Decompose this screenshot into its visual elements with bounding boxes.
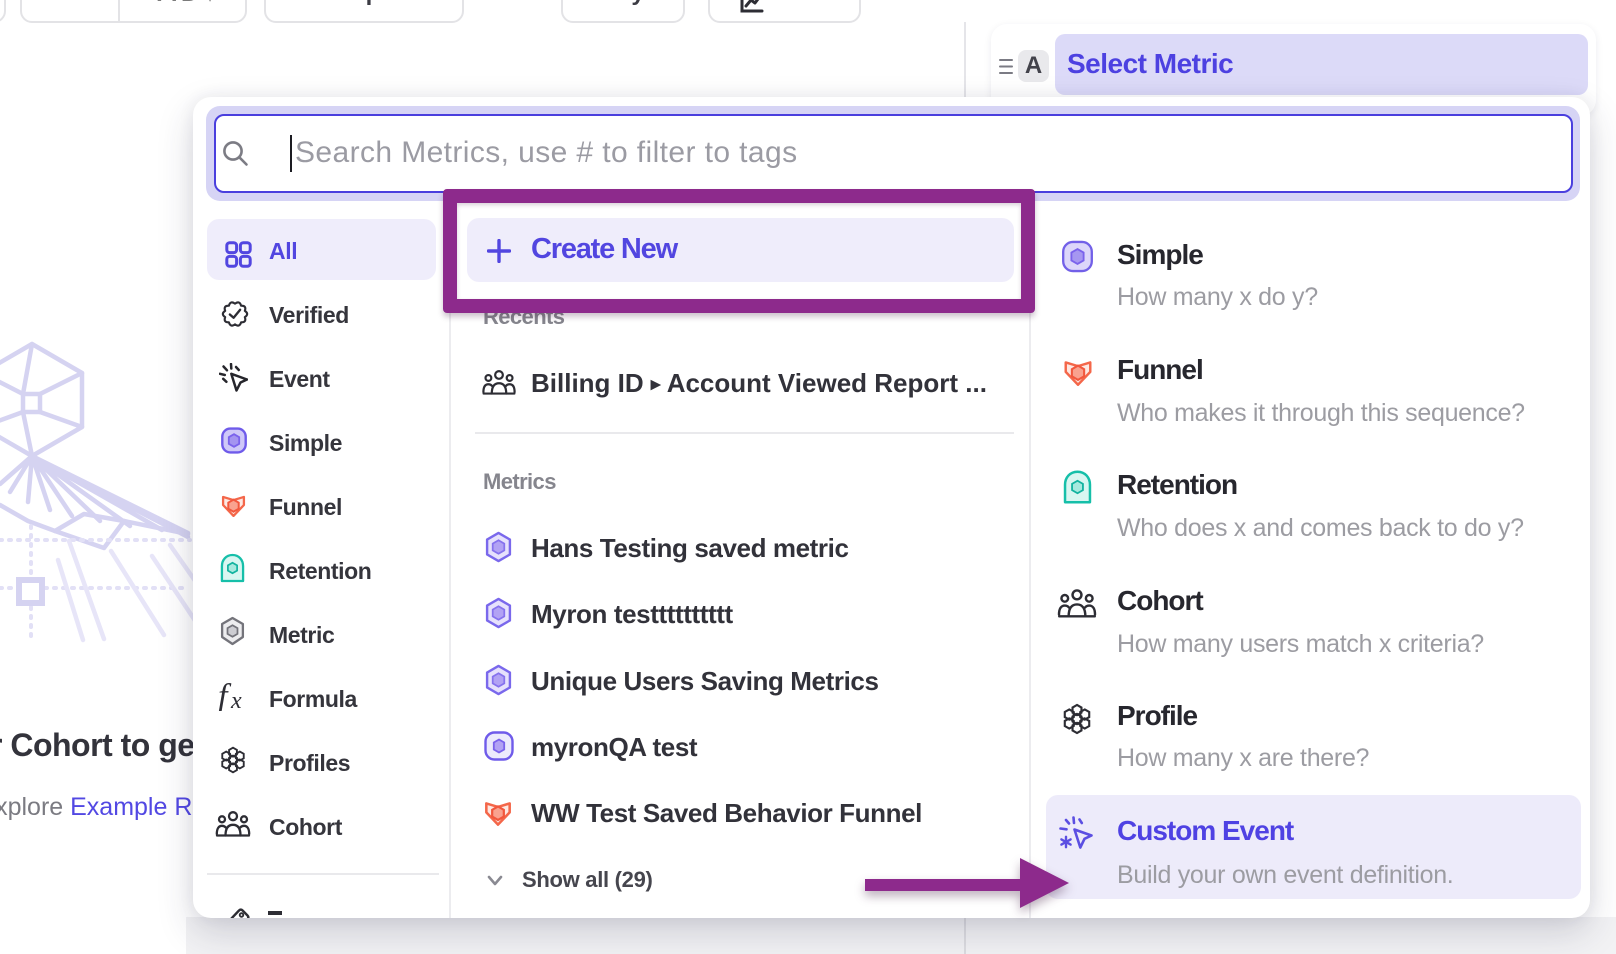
svg-text:x: x	[230, 688, 242, 711]
svg-text:f: f	[218, 681, 232, 711]
